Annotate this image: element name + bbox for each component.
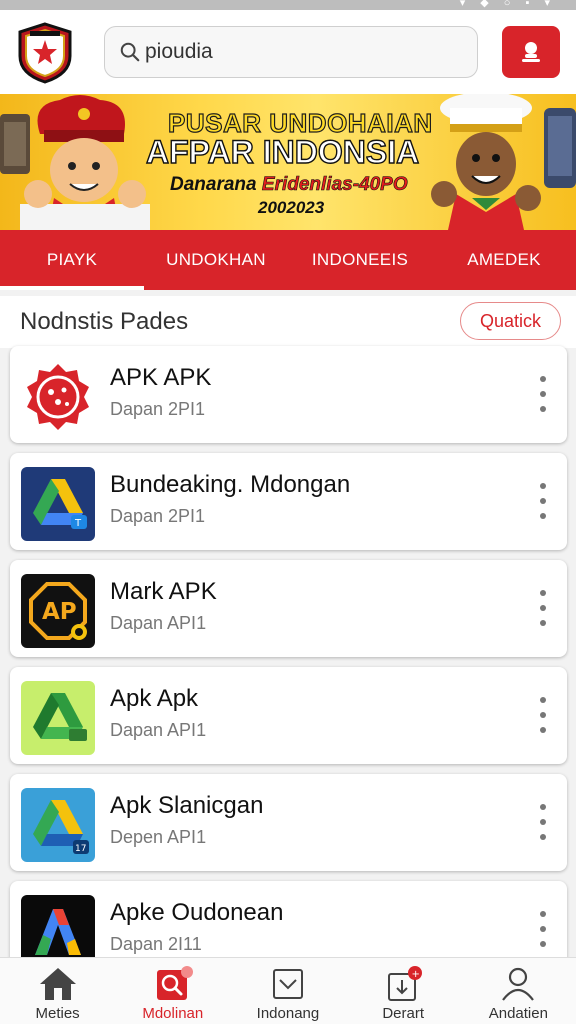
- app-subtitle: Dapan 2I11: [110, 934, 202, 954]
- search-icon: [120, 42, 140, 62]
- tab-indoneeis[interactable]: INDONEEIS: [288, 230, 432, 290]
- app-name: Bundeaking. Mdongan: [110, 471, 351, 498]
- more-options-icon[interactable]: [537, 911, 549, 947]
- svg-text:+: +: [412, 969, 420, 980]
- app-subtitle: Dapan 2PI1: [110, 399, 206, 419]
- nav-label: Meties: [35, 1005, 80, 1022]
- banner-subtitle-b: Eridenlias-40PO: [261, 174, 408, 196]
- brand-logo[interactable]: [16, 22, 74, 84]
- top-bar: [0, 10, 576, 94]
- banner-subtitle-a: Danarana: [170, 174, 257, 195]
- list-item[interactable]: AP Mark APK Dapan API1: [10, 560, 567, 657]
- green-drive-icon: [21, 681, 95, 755]
- app-subtitle: Depen API1: [110, 827, 207, 847]
- more-options-icon[interactable]: [537, 376, 549, 412]
- voice-search-button[interactable]: [502, 26, 560, 78]
- svg-text:T: T: [74, 518, 82, 529]
- drive-triangle-icon: T: [21, 467, 95, 541]
- ap-octagon-icon: AP: [21, 574, 95, 648]
- banner-year: 2002023: [258, 198, 325, 217]
- app-list: APK APK Dapan 2PI1 T Bundeaking. Mdongan…: [10, 346, 567, 988]
- category-tabs: PIAYK UNDOKHAN INDONEEIS AMEDEK: [0, 230, 576, 290]
- chef-mascot-right-illustration: [431, 94, 576, 230]
- list-item[interactable]: APK APK Dapan 2PI1: [10, 346, 567, 443]
- home-icon: [39, 968, 76, 1000]
- section-title: Nodnstis Pades: [20, 308, 189, 335]
- nav-label: Mdolinan: [142, 1005, 204, 1022]
- nav-item-indonang[interactable]: Indonang: [230, 958, 345, 1024]
- blue-drive-icon: 17: [21, 788, 95, 862]
- app-subtitle: Dapan 2PI1: [110, 506, 206, 526]
- app-name: Apk Slanicgan: [110, 792, 264, 819]
- nav-label: Andatien: [488, 1005, 548, 1022]
- banner-title-line2: AFPAR INDONSIA: [145, 133, 420, 170]
- tab-piayk[interactable]: PIAYK: [0, 230, 144, 290]
- list-item[interactable]: 17 Apk Slanicgan Depen API1: [10, 774, 567, 871]
- red-badge-icon: [21, 360, 95, 434]
- chef-mascot-left-illustration: [0, 95, 150, 230]
- app-subtitle: Dapan API1: [110, 613, 207, 633]
- more-options-icon[interactable]: [537, 483, 549, 519]
- app-name: APK APK: [110, 364, 212, 391]
- nav-item-andatien[interactable]: Andatien: [461, 958, 576, 1024]
- bottom-navigation: Meties Mdolinan Indonang + Derart Andati…: [0, 957, 576, 1024]
- download-badge-icon: +: [388, 966, 423, 1001]
- list-item[interactable]: T Bundeaking. Mdongan Dapan 2PI1: [10, 453, 567, 550]
- tab-amedek[interactable]: AMEDEK: [432, 230, 576, 290]
- quick-button[interactable]: Quatick: [460, 302, 561, 340]
- person-icon: [502, 967, 535, 1001]
- nav-item-mdolinan[interactable]: Mdolinan: [115, 958, 230, 1024]
- nav-label: Derart: [382, 1005, 424, 1022]
- nav-item-meties[interactable]: Meties: [0, 958, 115, 1024]
- inbox-icon: [272, 969, 303, 999]
- app-subtitle: Dapan API1: [110, 720, 207, 740]
- tab-undokhan[interactable]: UNDOKHAN: [144, 230, 288, 290]
- search-bar[interactable]: [104, 26, 478, 78]
- search-box-icon: [156, 966, 193, 1000]
- more-options-icon[interactable]: [537, 697, 549, 733]
- search-input[interactable]: [145, 40, 445, 64]
- nav-item-derart[interactable]: + Derart: [346, 958, 461, 1024]
- more-options-icon[interactable]: [537, 804, 549, 840]
- app-name: Mark APK: [110, 578, 217, 605]
- app-name: Apk Apk: [110, 685, 199, 712]
- banner-subtitle: Danarana Eridenlias-40PO: [170, 174, 408, 196]
- status-bar: ▾ ◆ ○ ▪ ▾: [0, 0, 576, 10]
- app-name: Apke Oudonean: [110, 899, 284, 926]
- promo-banner[interactable]: PUSAR UNDOHAIAN AFPAR INDONSIA Danarana …: [0, 94, 576, 230]
- section-header: Nodnstis Pades Quatick: [0, 296, 576, 348]
- status-icons: ▾ ◆ ○ ▪ ▾: [459, 0, 556, 9]
- svg-text:AP: AP: [42, 599, 77, 625]
- microphone-icon: [522, 42, 540, 62]
- nav-label: Indonang: [256, 1005, 320, 1022]
- svg-text:17: 17: [75, 844, 86, 854]
- list-item[interactable]: Apk Apk Dapan API1: [10, 667, 567, 764]
- more-options-icon[interactable]: [537, 590, 549, 626]
